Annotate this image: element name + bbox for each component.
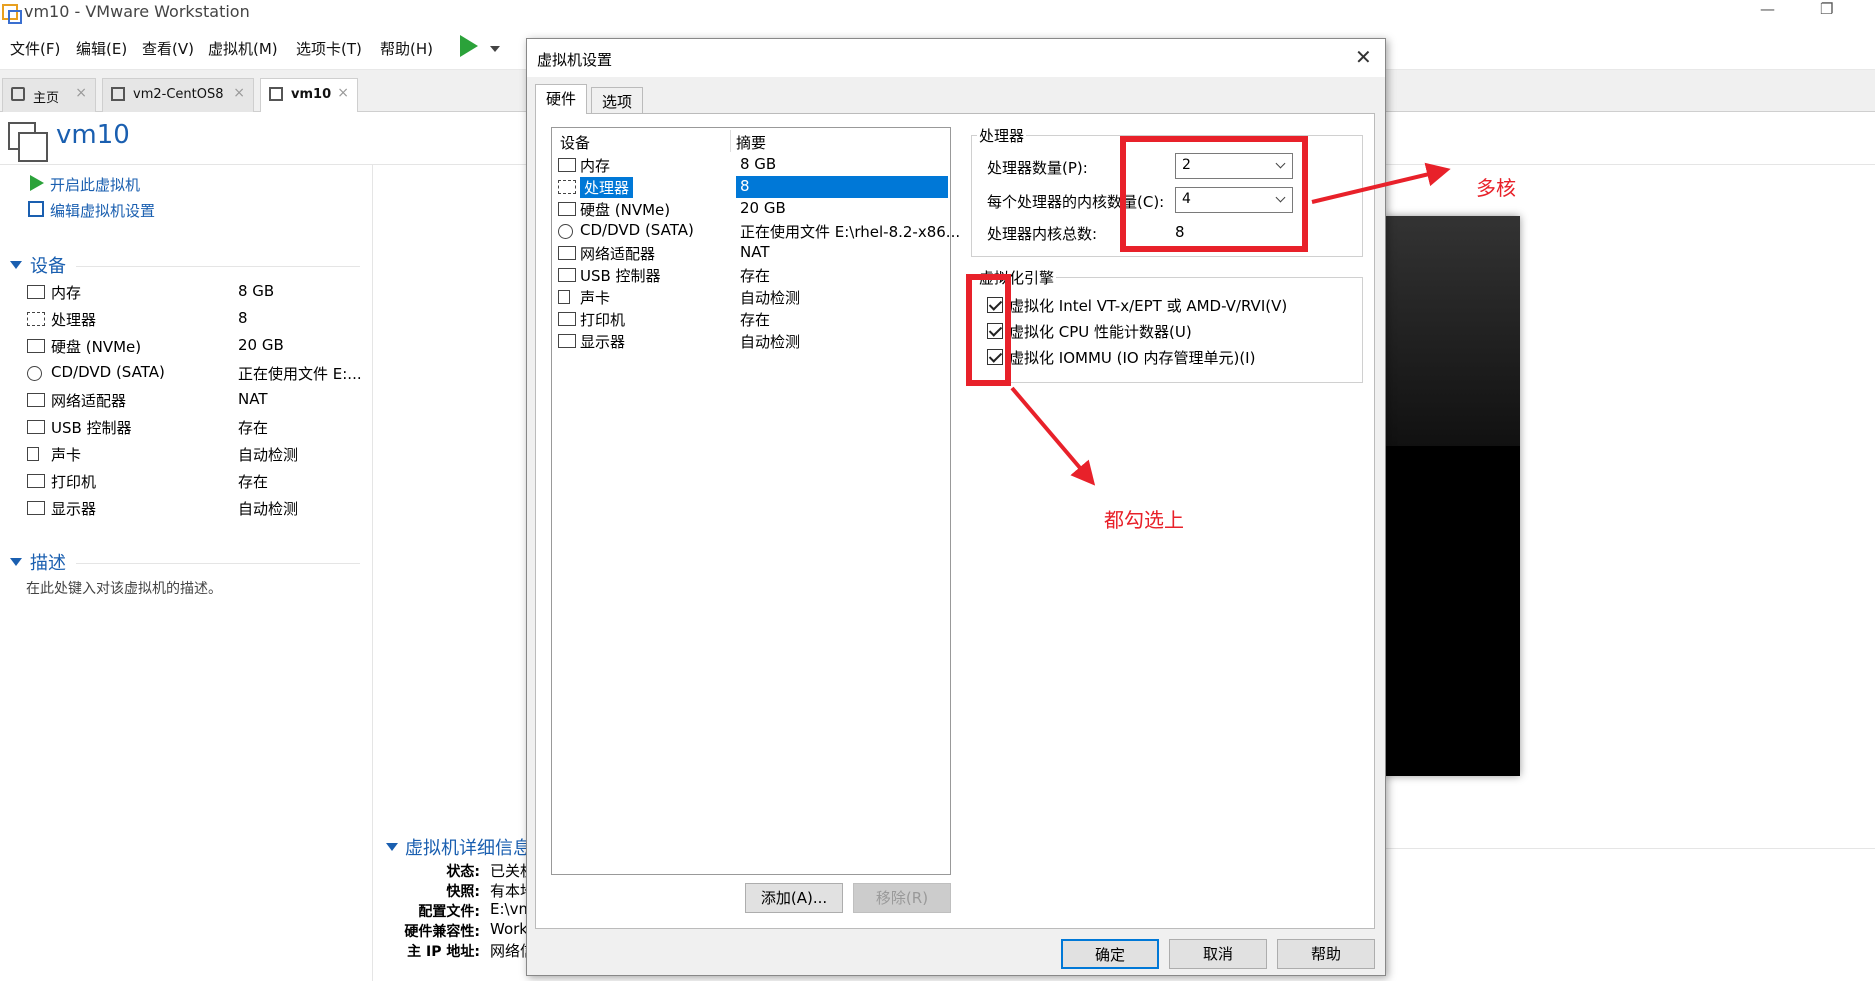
annotation-arrows [1010,162,1451,486]
arrow-to-multicore-icon [1311,162,1451,204]
annotation-check-all: 都勾选上 [1104,508,1184,532]
annotation-multicore: 多核 [1476,176,1516,200]
arrow-to-check-all-icon [1010,386,1096,486]
